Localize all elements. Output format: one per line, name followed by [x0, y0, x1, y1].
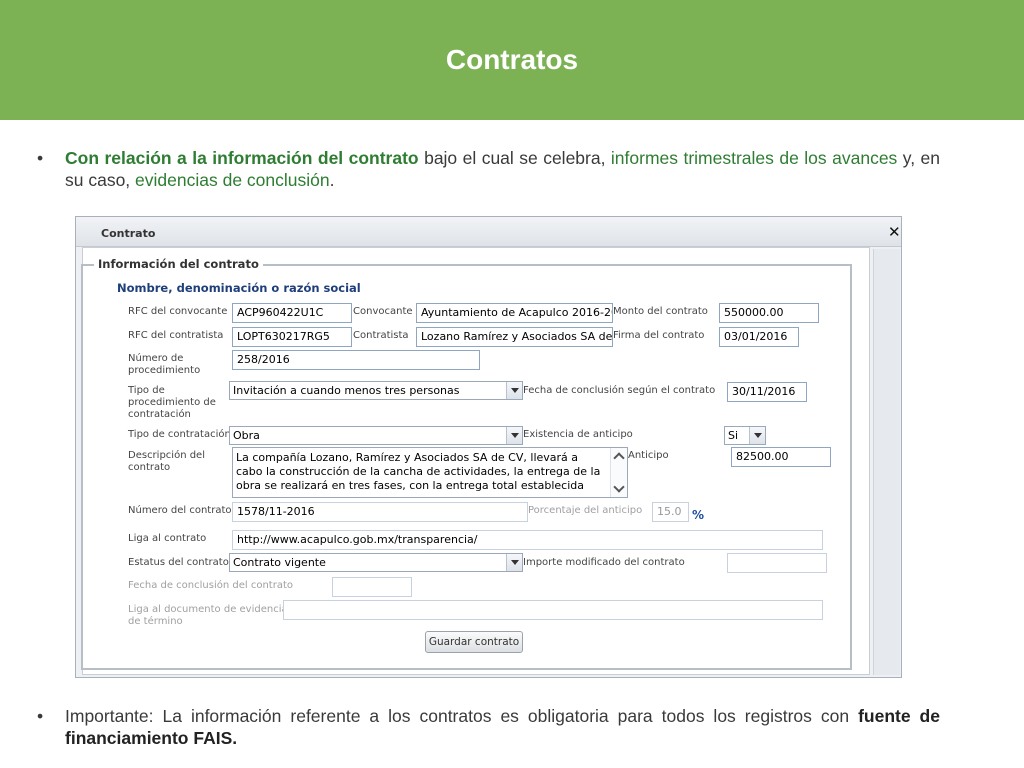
liga-documento-field[interactable]: [283, 600, 823, 620]
numero-contrato-field[interactable]: 1578/11-2016: [232, 502, 528, 522]
chevron-up-icon[interactable]: [613, 452, 625, 464]
bullet-text-emphasis: Con relación a la información del contra…: [65, 148, 419, 168]
convocante-field[interactable]: Ayuntamiento de Acapulco 2016-20: [416, 303, 613, 323]
tipo-procedimiento-value: Invitación a cuando menos tres personas: [233, 384, 460, 397]
bullet-text: Con relación a la información del contra…: [65, 147, 940, 191]
fecha-conclusion-segun-label: Fecha de conclusión según el contrato: [523, 385, 716, 396]
bullet-text: Importante: La información referente a l…: [65, 705, 940, 749]
existencia-anticipo-select[interactable]: Si: [724, 426, 766, 445]
percent-symbol: %: [692, 508, 705, 522]
numero-procedimiento-label-line: Número de: [128, 353, 184, 364]
dialog-titlebar: Contrato ✕: [76, 217, 901, 247]
dialog-title: Contrato: [101, 227, 156, 240]
section-heading: Nombre, denominación o razón social: [117, 281, 361, 295]
textarea-scrollbar[interactable]: [610, 448, 627, 497]
chevron-down-icon[interactable]: [506, 427, 522, 444]
rfc-convocante-field[interactable]: ACP960422U1C: [232, 303, 352, 323]
numero-contrato-label: Número del contrato: [128, 505, 232, 516]
firma-contrato-field[interactable]: 03/01/2016: [719, 327, 799, 347]
numero-procedimiento-field[interactable]: 258/2016: [232, 350, 480, 370]
monto-contrato-label: Monto del contrato: [613, 306, 708, 317]
tipo-procedimiento-label: Tipo de procedimiento de contratación: [128, 385, 216, 421]
anticipo-label: Anticipo: [628, 450, 669, 461]
contratista-field[interactable]: Lozano Ramírez y Asociados SA de: [416, 327, 613, 347]
numero-procedimiento-label: Número de procedimiento: [128, 353, 200, 377]
contratista-label: Contratista: [353, 330, 409, 341]
bullet-text-highlight: evidencias de conclusión: [135, 170, 330, 190]
bullet-marker: •: [37, 706, 44, 726]
fecha-conclusion-contrato-label: Fecha de conclusión del contrato: [128, 580, 293, 591]
bullet-text-highlight: informes trimestrales de los avances: [610, 148, 898, 168]
rfc-contratista-field[interactable]: LOPT630217RG5: [232, 327, 352, 347]
chevron-down-icon[interactable]: [506, 554, 522, 571]
firma-contrato-label: Firma del contrato: [613, 330, 705, 341]
liga-documento-label-line: de término: [128, 616, 183, 627]
bullet-text-plain: bajo el cual se celebra,: [418, 148, 611, 168]
bullet-text-plain: Importante: La información referente a l…: [65, 706, 859, 726]
liga-contrato-label: Liga al contrato: [128, 533, 207, 544]
liga-documento-label: Liga al documento de evidencia de términ…: [128, 604, 288, 628]
bullet-marker: •: [37, 148, 44, 168]
tipo-contratacion-label: Tipo de contratación: [128, 429, 231, 440]
importe-modificado-label: Importe modificado del contrato: [523, 557, 685, 568]
convocante-label: Convocante: [353, 306, 413, 317]
estatus-contrato-label: Estatus del contrato: [128, 557, 229, 568]
tipo-procedimiento-label-line: procedimiento de: [128, 397, 216, 408]
close-icon[interactable]: ✕: [888, 225, 901, 240]
fecha-conclusion-segun-field[interactable]: 30/11/2016: [727, 382, 807, 402]
porcentaje-anticipo-field[interactable]: 15.0: [652, 502, 689, 522]
save-contract-button[interactable]: Guardar contrato: [425, 631, 523, 653]
porcentaje-anticipo-label: Porcentaje del anticipo: [528, 505, 643, 516]
tipo-contratacion-select[interactable]: Obra: [229, 426, 523, 445]
estatus-contrato-select[interactable]: Contrato vigente: [229, 553, 523, 572]
bullet-text-plain: .: [329, 170, 335, 190]
descripcion-line: obra se realizará en tres fases, con la …: [236, 479, 584, 492]
bullet-point-contract-info: • Con relación a la información del cont…: [37, 147, 940, 191]
rfc-contratista-label: RFC del contratista: [128, 330, 224, 341]
estatus-contrato-value: Contrato vigente: [233, 556, 326, 569]
fecha-conclusion-contrato-field[interactable]: [332, 577, 412, 597]
descripcion-label-line: contrato: [128, 462, 171, 473]
numero-procedimiento-label-line: procedimiento: [128, 365, 201, 376]
monto-contrato-field[interactable]: 550000.00: [719, 303, 819, 323]
chevron-down-icon[interactable]: [749, 427, 765, 444]
liga-documento-label-line: Liga al documento de evidencia: [128, 604, 288, 615]
chevron-down-icon[interactable]: [613, 481, 625, 493]
tipo-contratacion-value: Obra: [233, 429, 260, 442]
tipo-procedimiento-select[interactable]: Invitación a cuando menos tres personas: [229, 381, 523, 400]
slide-title: Contratos: [445, 44, 579, 75]
anticipo-field[interactable]: 82500.00: [731, 447, 831, 467]
rfc-convocante-label: RFC del convocante: [128, 306, 228, 317]
bullet-point-importante: • Importante: La información referente a…: [37, 705, 940, 749]
descripcion-line: cabo la construcción de la cancha de act…: [236, 465, 601, 478]
chevron-down-icon[interactable]: [506, 382, 522, 399]
tipo-procedimiento-label-line: contratación: [128, 409, 191, 420]
descripcion-line: La compañía Lozano, Ramírez y Asociados …: [236, 451, 579, 464]
descripcion-label: Descripción del contrato: [128, 450, 205, 474]
liga-contrato-field[interactable]: http://www.acapulco.gob.mx/transparencia…: [232, 530, 823, 550]
dialog-scrollbar[interactable]: [873, 249, 900, 675]
tipo-procedimiento-label-line: Tipo de: [128, 385, 165, 396]
importe-modificado-field[interactable]: [727, 553, 827, 573]
descripcion-textarea[interactable]: La compañía Lozano, Ramírez y Asociados …: [232, 447, 628, 498]
existencia-anticipo-label: Existencia de anticipo: [523, 429, 633, 440]
existencia-anticipo-value: Si: [728, 429, 739, 442]
descripcion-label-line: Descripción del: [128, 450, 205, 461]
fieldset-legend: Información del contrato: [94, 257, 263, 271]
slide-header: Contratos: [0, 0, 1024, 120]
